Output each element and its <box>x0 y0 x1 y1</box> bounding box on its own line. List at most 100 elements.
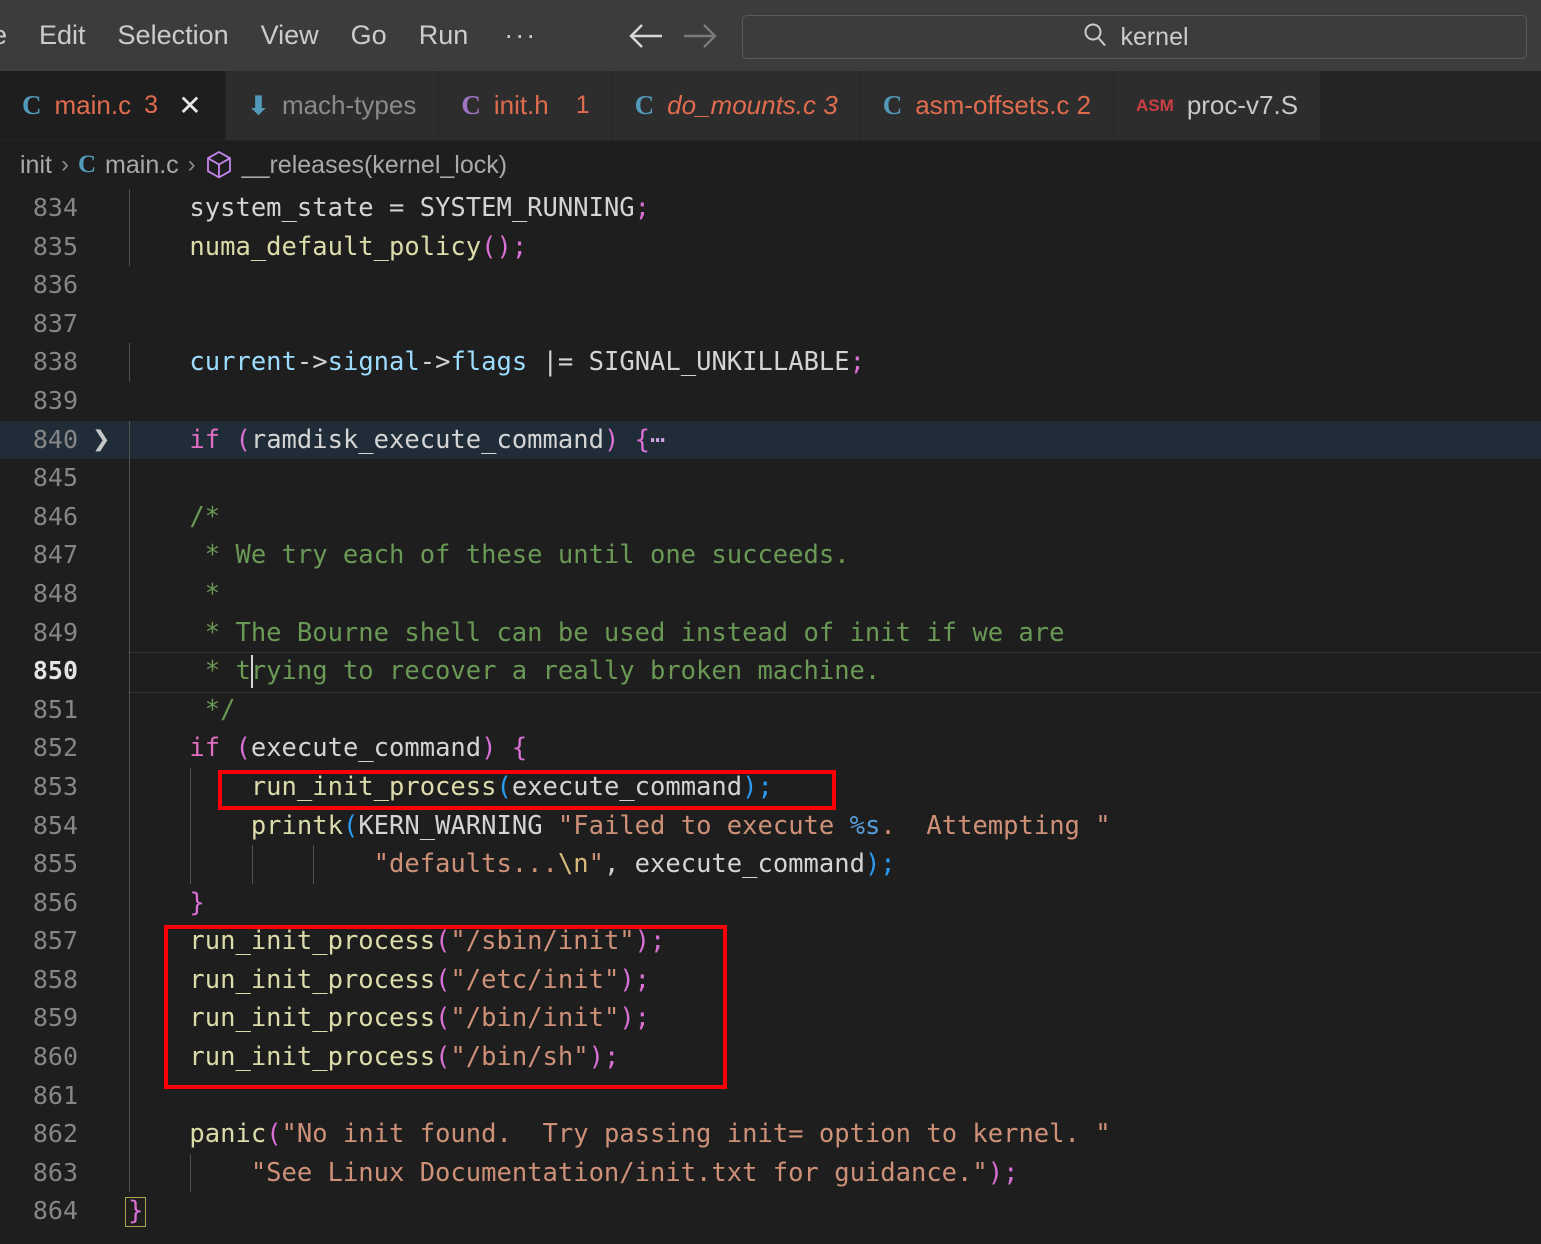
line-number: 857 <box>32 926 78 956</box>
line-number: 837 <box>32 308 78 338</box>
code-line[interactable]: 848 * <box>0 574 1541 614</box>
asm-file-icon: ASM <box>1136 95 1174 115</box>
code-text: * trying to recover a really broken mach… <box>128 656 881 687</box>
search-input[interactable]: kernel <box>742 15 1527 59</box>
arrow-left-icon[interactable] <box>619 12 673 60</box>
tab-asm-offsets-c[interactable]: C asm-offsets.c 2 <box>860 71 1115 140</box>
arrow-right-icon[interactable] <box>673 12 727 60</box>
code-text: if (execute_command) { <box>128 733 528 764</box>
code-line[interactable]: 837 <box>0 305 1541 344</box>
text-cursor <box>250 655 253 688</box>
code-line[interactable]: 860 run_init_process("/bin/sh"); <box>0 1038 1541 1077</box>
line-number: 853 <box>32 771 78 801</box>
code-line[interactable]: 839 <box>0 382 1541 421</box>
menu-go[interactable]: Go <box>335 22 403 49</box>
line-number: 840 <box>32 424 78 454</box>
code-text: * <box>128 578 221 609</box>
code-line[interactable]: 854 printk(KERN_WARNING "Failed to execu… <box>0 806 1541 846</box>
line-number: 835 <box>32 231 78 261</box>
code-text: * The Bourne shell can be used instead o… <box>128 617 1065 648</box>
breadcrumb-item-init[interactable]: init <box>20 151 52 180</box>
code-line[interactable]: 834 system_state = SYSTEM_RUNNING; <box>0 189 1541 228</box>
tab-proc-v7-s[interactable]: ASM proc-v7.S <box>1114 71 1321 140</box>
line-number: 860 <box>32 1042 78 1072</box>
line-number: 863 <box>32 1157 78 1187</box>
code-line[interactable]: 862 panic("No init found. Try passing in… <box>0 1115 1541 1154</box>
line-number: 854 <box>32 810 78 840</box>
code-line[interactable]: 856 } <box>0 883 1541 923</box>
line-number: 838 <box>32 347 78 377</box>
line-number: 864 <box>32 1196 78 1226</box>
menu-selection[interactable]: Selection <box>102 22 245 49</box>
breadcrumb: init › C main.c › __releases(kernel_lock… <box>0 141 1541 189</box>
code-text: run_init_process(execute_command); <box>250 771 773 802</box>
code-line[interactable]: 863 "See Linux Documentation/init.txt fo… <box>0 1153 1541 1193</box>
code-text: * We try each of these until one succeed… <box>128 540 850 571</box>
code-text: printk(KERN_WARNING "Failed to execute %… <box>250 810 1111 841</box>
code-line[interactable]: 852 if (execute_command) { <box>0 729 1541 768</box>
line-number: 851 <box>32 694 78 724</box>
code-line[interactable]: 857 run_init_process("/sbin/init"); <box>0 922 1541 961</box>
c-file-icon: C <box>882 90 903 120</box>
code-line[interactable]: 859 run_init_process("/bin/init"); <box>0 999 1541 1039</box>
breadcrumb-item-mainc[interactable]: main.c <box>105 151 179 180</box>
titlebar: le Edit Selection View Go Run ··· kernel <box>0 0 1541 71</box>
code-line[interactable]: 850 * trying to recover a really broken … <box>0 652 1541 693</box>
code-text: } <box>128 887 205 918</box>
code-editor[interactable]: lock_kernel(); 834 system_state = SYSTEM… <box>0 189 1541 1244</box>
code-line[interactable]: 840 ❯ if (ramdisk_execute_command) {⋯ <box>0 420 1541 460</box>
line-number: 848 <box>32 578 78 608</box>
close-icon[interactable]: ✕ <box>177 91 203 120</box>
c-file-icon: C <box>22 90 42 120</box>
menu-edit[interactable]: Edit <box>23 22 102 49</box>
tab-main-c[interactable]: C main.c 3 ✕ <box>0 71 226 140</box>
code-text: run_init_process("/bin/init"); <box>189 1003 651 1034</box>
code-line[interactable]: 858 run_init_process("/etc/init"); <box>0 960 1541 1000</box>
indent-guide <box>129 1076 130 1116</box>
line-number: 839 <box>32 385 78 415</box>
line-number: 834 <box>32 193 78 222</box>
code-text: "See Linux Documentation/init.txt for gu… <box>250 1157 1019 1188</box>
breadcrumb-item-symbol[interactable]: __releases(kernel_lock) <box>242 151 507 180</box>
code-text: */ <box>128 694 236 725</box>
tab-label: init.h <box>493 90 549 120</box>
code-line[interactable]: 835 numa_default_policy(); <box>0 227 1541 267</box>
tab-init-h[interactable]: C init.h 1 <box>439 71 613 140</box>
menu-run[interactable]: Run <box>403 22 485 49</box>
search-icon <box>1080 20 1110 55</box>
line-number: 859 <box>32 1003 78 1033</box>
code-text: run_init_process("/bin/sh"); <box>189 1042 620 1073</box>
line-number: 845 <box>32 463 78 493</box>
indent-guide <box>129 459 130 498</box>
code-text: system_state = SYSTEM_RUNNING; <box>128 193 651 223</box>
chevron-right-icon[interactable]: ❯ <box>92 421 116 460</box>
code-line[interactable]: 853 run_init_process(execute_command); <box>0 767 1541 807</box>
code-line[interactable]: 849 * The Bourne shell can be used inste… <box>0 613 1541 653</box>
code-line[interactable]: 845 <box>0 459 1541 498</box>
c-file-icon: C <box>77 151 97 178</box>
code-text: run_init_process("/etc/init"); <box>189 964 651 995</box>
tab-label: proc-v7.S <box>1186 90 1299 120</box>
code-text: if (ramdisk_execute_command) {⋯ <box>128 424 666 455</box>
tab-label: asm-offsets.c 2 <box>915 90 1092 120</box>
code-line[interactable]: 846 /* <box>0 497 1541 537</box>
code-text: } <box>128 1196 144 1227</box>
code-line[interactable]: 861 <box>0 1076 1541 1116</box>
code-line[interactable]: 847 * We try each of these until one suc… <box>0 536 1541 575</box>
code-line[interactable]: 836 <box>0 266 1541 305</box>
code-line[interactable]: 838 current->signal->flags |= SIGNAL_UNK… <box>0 343 1541 382</box>
line-number: 856 <box>32 887 78 917</box>
code-line[interactable]: 851 */ <box>0 690 1541 730</box>
code-line[interactable]: 864} <box>0 1192 1541 1231</box>
line-number: 862 <box>32 1119 78 1149</box>
menu-overflow-button[interactable]: ··· <box>484 22 557 49</box>
code-text: panic("No init found. Try passing init= … <box>189 1119 1111 1150</box>
tab-label: do_mounts.c 3 <box>667 90 838 120</box>
menu-file[interactable]: le <box>0 22 23 49</box>
code-line[interactable]: 855 "defaults...\n", execute_command); <box>0 845 1541 884</box>
line-number: 846 <box>32 501 78 531</box>
tab-mach-types[interactable]: ⬇ mach-types <box>225 71 440 140</box>
chevron-right-icon: › <box>187 151 196 178</box>
menu-view[interactable]: View <box>245 22 335 49</box>
tab-do-mounts-c[interactable]: C do_mounts.c 3 <box>612 71 861 140</box>
